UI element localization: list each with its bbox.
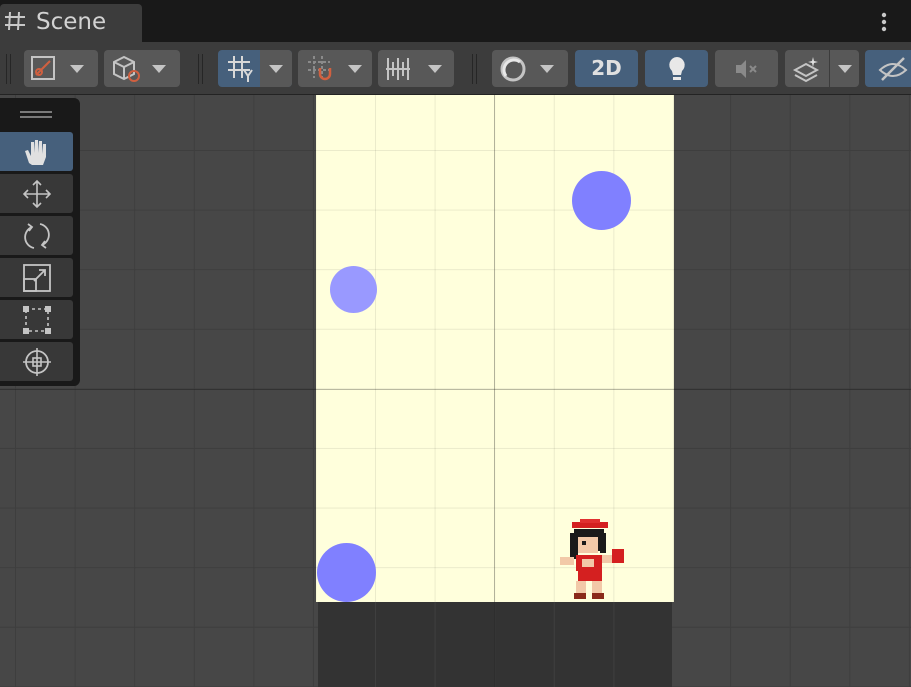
grid-snap-button[interactable] <box>218 50 292 87</box>
toolbar-separator <box>198 54 203 84</box>
draw-mode-button[interactable] <box>104 50 180 87</box>
grid-axis-vertical <box>494 95 495 687</box>
effects-button[interactable] <box>785 50 859 87</box>
chevron-down-icon <box>152 65 166 73</box>
shading-icon <box>500 56 526 82</box>
move-tool-button[interactable] <box>0 174 73 213</box>
rotate-tool-button[interactable] <box>0 216 73 255</box>
scale-icon <box>23 264 51 292</box>
scene-hash-icon <box>5 11 25 31</box>
more-options-icon[interactable] <box>881 12 887 32</box>
chevron-down-icon <box>70 65 84 73</box>
visibility-toggle[interactable] <box>865 50 911 87</box>
toolbar-separator <box>6 54 11 84</box>
grid-snap-dropdown[interactable] <box>260 50 292 87</box>
effects-dropdown[interactable] <box>829 50 860 87</box>
rotate-icon <box>24 223 50 249</box>
draw-mode-icon <box>113 55 140 82</box>
tab-bar: Scene <box>0 0 911 42</box>
chevron-down-icon <box>428 65 442 73</box>
mode-2d-label: 2D <box>591 56 622 80</box>
ball-sprite[interactable] <box>330 266 377 313</box>
rect-transform-icon <box>23 306 51 334</box>
chevron-down-icon <box>540 65 554 73</box>
hand-tool-button[interactable] <box>0 132 73 171</box>
transform-icon <box>23 348 51 376</box>
transform-tool-button[interactable] <box>0 342 73 381</box>
tool-panel <box>0 98 80 386</box>
lighting-icon <box>669 57 685 80</box>
lighting-toggle[interactable] <box>645 50 708 87</box>
increment-snap-icon <box>308 56 332 81</box>
hand-icon <box>25 140 46 165</box>
tool-handle-button[interactable] <box>24 50 98 87</box>
increment-snap-button[interactable] <box>298 50 372 87</box>
ruler-snap-icon <box>386 58 410 80</box>
character-sprite[interactable] <box>556 519 628 603</box>
mode-2d-button[interactable]: 2D <box>575 50 638 87</box>
grid-snap-icon <box>228 56 253 82</box>
ground-area <box>318 602 672 687</box>
scale-tool-button[interactable] <box>0 258 73 297</box>
rect-tool-button[interactable] <box>0 300 73 339</box>
chevron-down-icon <box>348 65 362 73</box>
tool-handle-icon <box>31 56 55 80</box>
chevron-down-icon <box>838 65 852 73</box>
scene-view[interactable] <box>0 95 911 687</box>
scene-toolbar: 2D <box>0 42 911 95</box>
effects-icon <box>792 57 820 83</box>
panel-grip[interactable] <box>20 111 52 118</box>
move-icon <box>22 179 52 209</box>
tab-label: Scene <box>36 9 107 35</box>
ruler-snap-button[interactable] <box>378 50 454 87</box>
shading-mode-button[interactable] <box>492 50 568 87</box>
ball-sprite[interactable] <box>572 171 631 230</box>
audio-mute-icon <box>736 60 757 78</box>
audio-toggle[interactable] <box>715 50 778 87</box>
ball-sprite[interactable] <box>317 543 376 602</box>
tab-scene[interactable]: Scene <box>0 4 142 42</box>
visibility-icon <box>878 57 908 81</box>
grid-axis-horizontal <box>0 389 911 390</box>
chevron-down-icon <box>269 65 283 73</box>
toolbar-separator <box>472 54 477 84</box>
